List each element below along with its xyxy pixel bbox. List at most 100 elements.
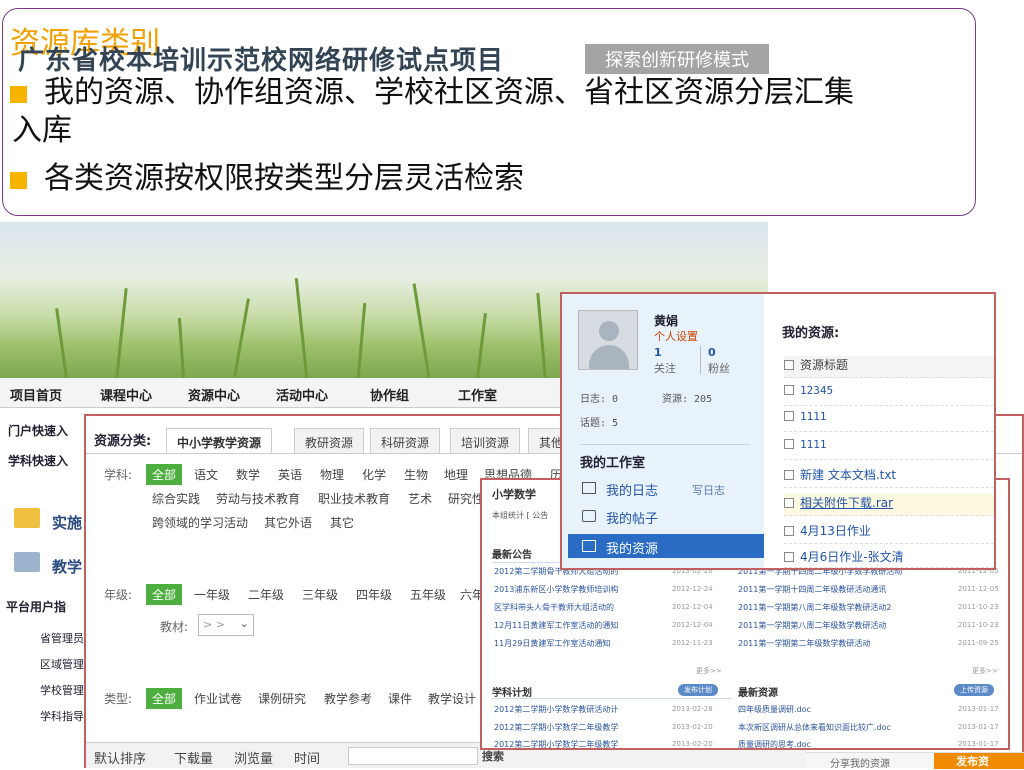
- sort-default[interactable]: 默认排序: [94, 748, 146, 767]
- res-title[interactable]: 1111: [800, 438, 827, 451]
- type-chip[interactable]: 课件: [388, 690, 412, 707]
- res-title[interactable]: 12345: [800, 384, 833, 397]
- nav-item[interactable]: 课程中心: [100, 385, 152, 404]
- grade-chip[interactable]: 五年级: [410, 586, 446, 603]
- res-title[interactable]: 新建 文本文档.txt: [800, 468, 896, 482]
- checkbox[interactable]: [784, 498, 794, 508]
- subject-chip[interactable]: 劳动与技术教育: [216, 490, 300, 507]
- my-resources-active[interactable]: 我的资源: [568, 534, 764, 558]
- sort-downloads[interactable]: 下载量: [174, 748, 213, 767]
- grade-chip[interactable]: 一年级: [194, 586, 230, 603]
- sort-time[interactable]: 时间: [294, 748, 320, 767]
- activity-item[interactable]: 2011第一学期第八周二年级数学教研活动2: [738, 602, 891, 613]
- search-button[interactable]: 搜索: [482, 748, 504, 764]
- plan-item[interactable]: 2012第二学期小学数学二年级教学: [494, 722, 618, 733]
- res-row[interactable]: 新建 文本文档.txt: [784, 466, 994, 488]
- publish-plan-button[interactable]: 发布计划: [678, 684, 718, 696]
- my-res-title: 我的资源:: [782, 326, 840, 341]
- settings-link[interactable]: 个人设置: [654, 328, 698, 344]
- grade-chip[interactable]: 三年级: [302, 586, 338, 603]
- type-chip[interactable]: 教学参考: [324, 690, 372, 707]
- nav-item[interactable]: 活动中心: [276, 385, 328, 404]
- notice-item[interactable]: 区学科带头人骨干教师大组活动的: [494, 602, 614, 613]
- checkbox[interactable]: [784, 526, 794, 536]
- grade-chip[interactable]: 二年级: [248, 586, 284, 603]
- checkbox[interactable]: [784, 360, 794, 370]
- type-chip[interactable]: 教学设计: [428, 690, 476, 707]
- subject-chip[interactable]: 其它: [330, 514, 354, 531]
- textbook-label: 教材:: [160, 620, 189, 634]
- subject-chip[interactable]: 地理: [444, 466, 468, 483]
- avatar[interactable]: [578, 310, 638, 370]
- checkbox[interactable]: [784, 439, 794, 449]
- res-row[interactable]: 4月6日作业-张文清: [784, 548, 994, 568]
- tab-science[interactable]: 科研资源: [370, 428, 441, 454]
- res-title[interactable]: 4月6日作业-张文清: [800, 550, 904, 564]
- type-chip[interactable]: 课例研究: [258, 690, 306, 707]
- latest-item[interactable]: 本次新区调研从总体来看知识面比较广.doc: [738, 722, 891, 733]
- tab-training[interactable]: 培训资源: [450, 428, 521, 454]
- res-row[interactable]: 12345: [784, 384, 994, 406]
- activity-item[interactable]: 2011第一学期第八周二年级数学教研活动: [738, 620, 886, 631]
- subject-chip[interactable]: 艺术: [408, 490, 432, 507]
- math-title: 小学数学: [492, 488, 536, 501]
- type-chip[interactable]: 作业试卷: [194, 690, 242, 707]
- subject-chip[interactable]: 综合实践: [152, 490, 200, 507]
- tab-teaching[interactable]: 中小学教学资源: [166, 428, 273, 454]
- subject-chip[interactable]: 职业技术教育: [318, 490, 390, 507]
- nav-item[interactable]: 资源中心: [188, 385, 240, 404]
- publish-button[interactable]: 发布资: [934, 753, 1024, 769]
- upload-button[interactable]: 上传资源: [954, 684, 994, 696]
- res-row[interactable]: 4月13日作业: [784, 522, 994, 544]
- nav-item[interactable]: 工作室: [458, 385, 497, 404]
- nav-item[interactable]: 协作组: [370, 385, 409, 404]
- subject-chip[interactable]: 数学: [236, 466, 260, 483]
- nav-item[interactable]: 项目首页: [10, 385, 62, 404]
- sort-views[interactable]: 浏览量: [234, 748, 273, 767]
- res-title[interactable]: 1111: [800, 410, 827, 423]
- plan-date: 2013-02-20: [672, 723, 713, 731]
- activity-item[interactable]: 2011第一学期十四周二年级教研活动通讯: [738, 584, 886, 595]
- activity-item[interactable]: 2011第一学期第二年级数学教研活动: [738, 638, 870, 649]
- fans-count[interactable]: 0: [708, 346, 716, 359]
- notice-item[interactable]: 2013浦东新区小学数学教师培训构: [494, 584, 618, 595]
- more-link[interactable]: 更多>>: [972, 666, 998, 676]
- res-row[interactable]: 1111: [784, 410, 994, 432]
- subject-chip[interactable]: 英语: [278, 466, 302, 483]
- subject-chip[interactable]: 其它外语: [264, 514, 312, 531]
- checkbox[interactable]: [784, 411, 794, 421]
- latest-item[interactable]: 质量调研的思考.doc: [738, 739, 811, 750]
- grade-chip[interactable]: 全部: [146, 584, 183, 605]
- more-link[interactable]: 更多>>: [696, 666, 722, 676]
- subject-chip[interactable]: 研究性: [448, 490, 484, 507]
- checkbox[interactable]: [784, 470, 794, 480]
- my-diary-link[interactable]: 我的日志: [606, 480, 658, 499]
- notice-item[interactable]: 11月29日黄建军工作室活动通知: [494, 638, 610, 649]
- tab-research[interactable]: 教研资源: [294, 428, 365, 454]
- my-posts-link[interactable]: 我的帖子: [606, 508, 658, 527]
- res-row[interactable]: 1111: [784, 438, 994, 460]
- res-title[interactable]: 4月13日作业: [800, 524, 871, 538]
- latest-item[interactable]: 四年级质量调研.doc: [738, 704, 811, 715]
- textbook-select[interactable]: > > ⌄: [198, 614, 254, 636]
- left-item[interactable]: 平台用户指: [6, 598, 96, 615]
- type-chip[interactable]: 全部: [146, 688, 183, 709]
- subject-chip[interactable]: 跨领域的学习活动: [152, 514, 248, 531]
- follow-count[interactable]: 1: [654, 346, 662, 359]
- subject-chip[interactable]: 生物: [404, 466, 428, 483]
- plan-item[interactable]: 2012第二学期小学数学教研活动计: [494, 704, 618, 715]
- subject-chip[interactable]: 语文: [194, 466, 218, 483]
- plan-item[interactable]: 2012第二学期小学数学二年级教学: [494, 739, 618, 750]
- subject-chip[interactable]: 全部: [146, 464, 183, 485]
- grade-chip[interactable]: 四年级: [356, 586, 392, 603]
- checkbox[interactable]: [784, 552, 794, 562]
- res-row[interactable]: 相关附件下载.rar: [784, 494, 994, 516]
- write-diary-link[interactable]: 写日志: [692, 482, 725, 498]
- notice-item[interactable]: 12月11日黄建军工作室活动的通知: [494, 620, 618, 631]
- math-stats: 本组统计 [ 公告: [492, 511, 549, 520]
- subject-chip[interactable]: 化学: [362, 466, 386, 483]
- search-input[interactable]: [348, 747, 478, 765]
- res-title[interactable]: 相关附件下载.rar: [800, 496, 893, 510]
- subject-chip[interactable]: 物理: [320, 466, 344, 483]
- checkbox[interactable]: [784, 385, 794, 395]
